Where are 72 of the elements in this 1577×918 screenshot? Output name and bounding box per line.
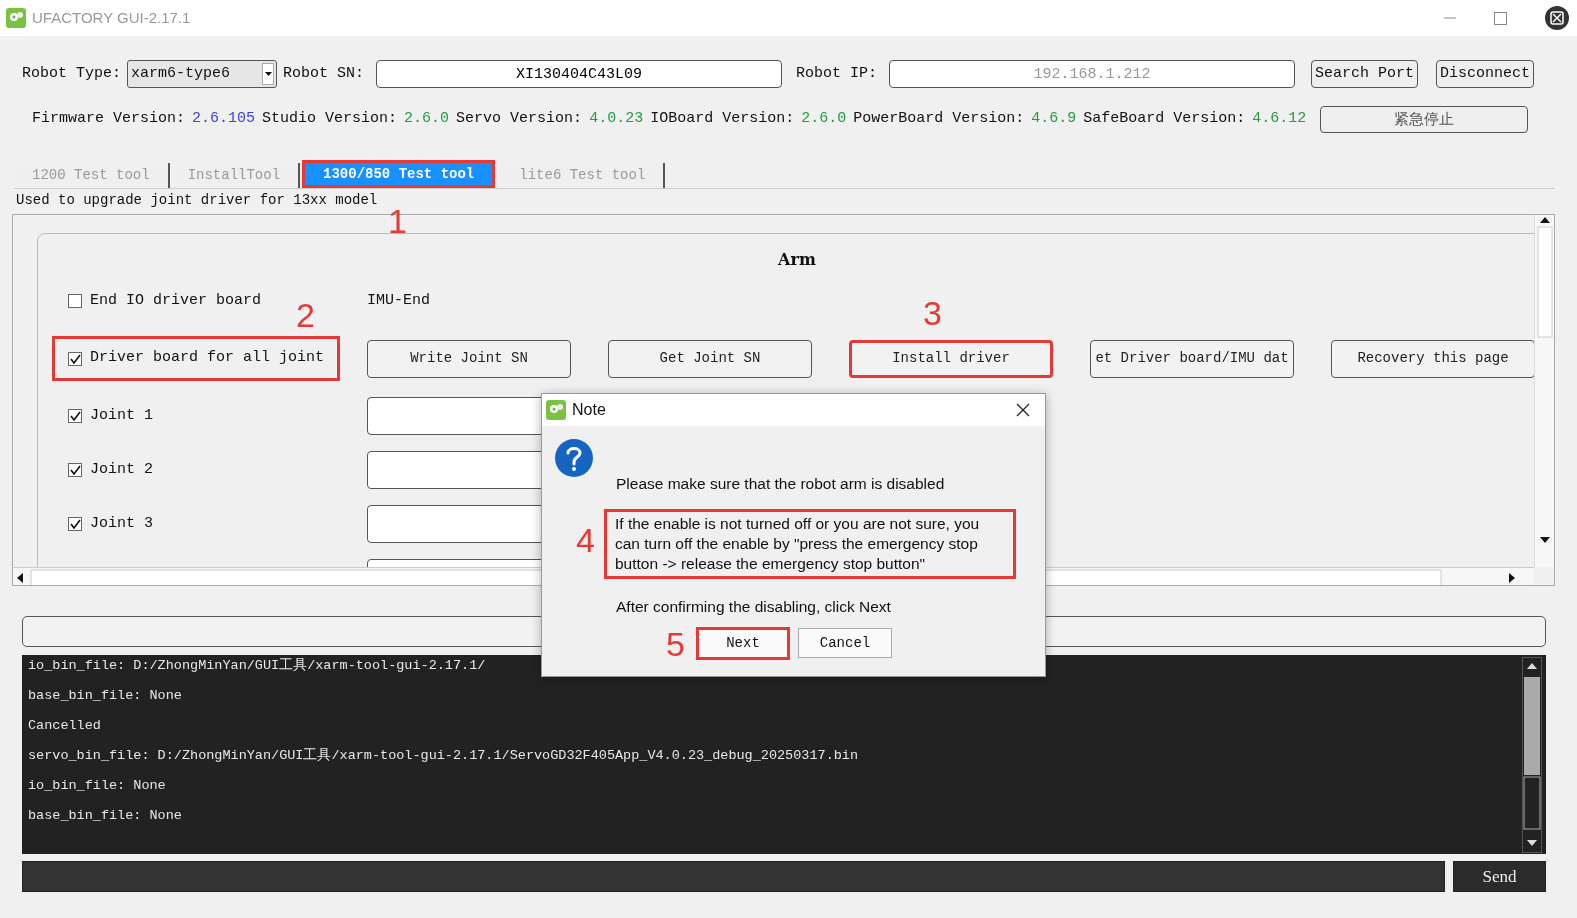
app-icon <box>546 400 566 420</box>
app-icon <box>6 8 26 28</box>
question-icon <box>554 438 594 478</box>
window-title: UFACTORY GUI-2.17.1 <box>32 7 191 28</box>
checkbox[interactable] <box>68 409 82 423</box>
callout-number: 1 <box>388 204 407 238</box>
connection-button[interactable]: Search Port <box>1311 60 1419 88</box>
check-icon <box>69 353 81 364</box>
scrollbar[interactable] <box>1522 657 1542 853</box>
action-button[interactable]: Recovery this page <box>1331 339 1535 378</box>
close-icon[interactable] <box>1545 6 1569 30</box>
callout-number: 2 <box>296 298 315 332</box>
dropdown-value: xarm6-type6 <box>131 63 231 84</box>
caret-icon <box>264 72 272 76</box>
checkbox-label: Joint 1 <box>90 405 153 426</box>
robot-sn-field[interactable]: XI130404C43L09 <box>376 60 783 88</box>
checkbox-label: Joint 2 <box>90 459 153 480</box>
checkbox-label: End IO driver board <box>90 290 262 311</box>
check-icon <box>69 411 81 421</box>
log-line: Cancelled <box>28 718 101 733</box>
action-button[interactable]: Install driver <box>849 339 1053 378</box>
description-text: Used to upgrade joint driver for 13xx model <box>15 191 379 210</box>
version-label: SafeBoard Version: <box>1083 108 1246 129</box>
action-button[interactable]: Get Joint SN <box>608 339 812 378</box>
group-title: Arm <box>778 250 816 269</box>
version-value: 2.6.0 <box>801 108 847 129</box>
version-label: Servo Version: <box>456 108 583 129</box>
check-icon <box>69 519 81 529</box>
checkbox[interactable] <box>68 351 82 366</box>
action-button[interactable]: et Driver board/IMU dat <box>1090 339 1294 378</box>
callout-number: 4 <box>576 523 595 558</box>
action-button[interactable]: Write Joint SN <box>367 339 571 378</box>
version-value: 4.6.9 <box>1031 108 1077 129</box>
checkbox-label: Driver board for all joint <box>90 348 325 369</box>
imu-label: IMU-End <box>367 291 430 309</box>
send-button[interactable]: Send <box>1453 861 1546 892</box>
robot-ip-field[interactable]: 192.168.1.212 <box>889 60 1296 88</box>
callout-number: 3 <box>923 295 942 330</box>
version-label: Firmware Version: <box>32 108 186 129</box>
connection-button[interactable]: Disconnect <box>1436 60 1535 88</box>
dialog-message: Please make sure that the robot arm is disabled <box>616 474 946 494</box>
dialog-instruction: After confirming the disabling, click Next <box>616 597 892 618</box>
version-value: 4.0.23 <box>589 108 644 129</box>
close-icon[interactable] <box>1016 403 1030 417</box>
field-label: Robot SN: <box>283 63 365 84</box>
checkbox[interactable] <box>68 517 82 531</box>
dialog-button[interactable]: Cancel <box>798 628 892 658</box>
dialog-button[interactable]: Next <box>696 626 790 660</box>
robot-type-dropdown[interactable]: xarm6-type6 <box>127 60 278 88</box>
field-label: Robot IP: <box>796 63 878 84</box>
emergency-stop-button[interactable]: 紧急停止 <box>1320 105 1529 133</box>
log-line: servo_bin_file: D:/ZhongMinYan/GUI工具/xarm-tool-gui-2.17.1/ServoGD32F405App_V4.0.23_debug_20250317.bin <box>28 748 859 763</box>
dialog-title: Note <box>572 400 606 420</box>
maximize-icon[interactable] <box>1494 11 1507 25</box>
log-line: io_bin_file: None <box>28 778 166 793</box>
log-line: base_bin_file: None <box>28 688 182 703</box>
version-label: PowerBoard Version: <box>853 108 1025 129</box>
field-label: Robot Type: <box>22 63 122 84</box>
checkbox[interactable] <box>68 294 82 308</box>
command-field[interactable] <box>22 861 1445 892</box>
version-value: 4.6.12 <box>1252 108 1307 129</box>
callout-number: 5 <box>666 626 685 661</box>
version-label: Studio Version: <box>262 108 398 129</box>
log-line: base_bin_file: None <box>28 808 182 823</box>
checkbox[interactable] <box>68 463 82 477</box>
warning-message: If the enable is not turned off or you are not sure, you can turn off the enable by "press the emergency stop button -> release the emergency stop button" <box>604 509 1016 580</box>
version-label: IOBoard Version: <box>650 108 795 129</box>
checkbox-label: Joint 3 <box>90 513 153 534</box>
check-icon <box>69 465 81 475</box>
log-line: io_bin_file: D:/ZhongMinYan/GUI工具/xarm-tool-gui-2.17.1/ <box>28 658 486 673</box>
version-value: 2.6.0 <box>404 108 450 129</box>
version-value: 2.6.105 <box>192 108 256 129</box>
